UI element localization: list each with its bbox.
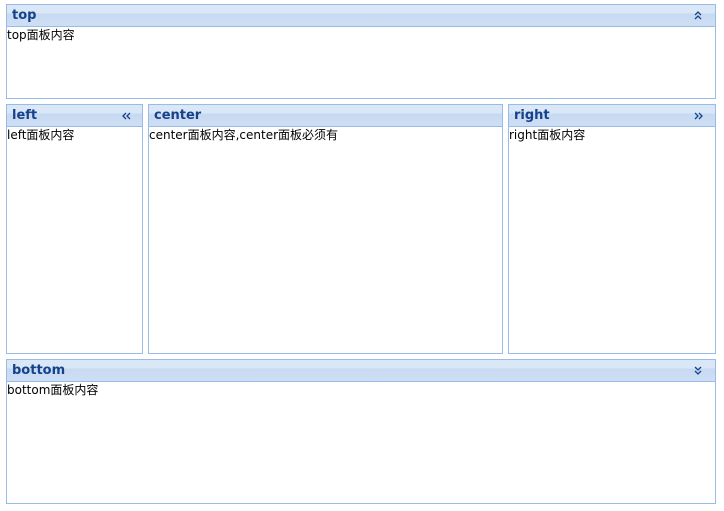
top-region-panel: top top面板内容 <box>6 4 716 99</box>
left-panel-title: left <box>12 108 38 123</box>
center-region-panel: center center面板内容,center面板必须有 <box>148 104 503 354</box>
collapse-right-icon[interactable] <box>691 109 705 123</box>
bottom-panel-header: bottom <box>7 360 715 382</box>
bottom-panel-title: bottom <box>12 363 66 378</box>
right-panel-body: right面板内容 <box>509 128 586 142</box>
bottom-region-panel: bottom bottom面板内容 <box>6 359 716 504</box>
center-panel-header: center <box>149 105 502 127</box>
top-panel-header: top <box>7 5 715 27</box>
bottom-panel-body: bottom面板内容 <box>7 383 99 397</box>
center-panel-title: center <box>154 108 202 123</box>
right-panel-header: right <box>509 105 715 127</box>
collapse-left-icon[interactable] <box>120 109 134 123</box>
left-panel-body: left面板内容 <box>7 128 75 142</box>
right-panel-title: right <box>514 108 550 123</box>
left-region-panel: left left面板内容 <box>6 104 143 354</box>
top-panel-title: top <box>12 8 37 23</box>
collapse-down-icon[interactable] <box>691 364 705 378</box>
right-region-panel: right right面板内容 <box>508 104 716 354</box>
collapse-up-icon[interactable] <box>691 9 705 23</box>
center-panel-body: center面板内容,center面板必须有 <box>149 128 339 142</box>
top-panel-body: top面板内容 <box>7 28 75 42</box>
left-panel-header: left <box>7 105 142 127</box>
